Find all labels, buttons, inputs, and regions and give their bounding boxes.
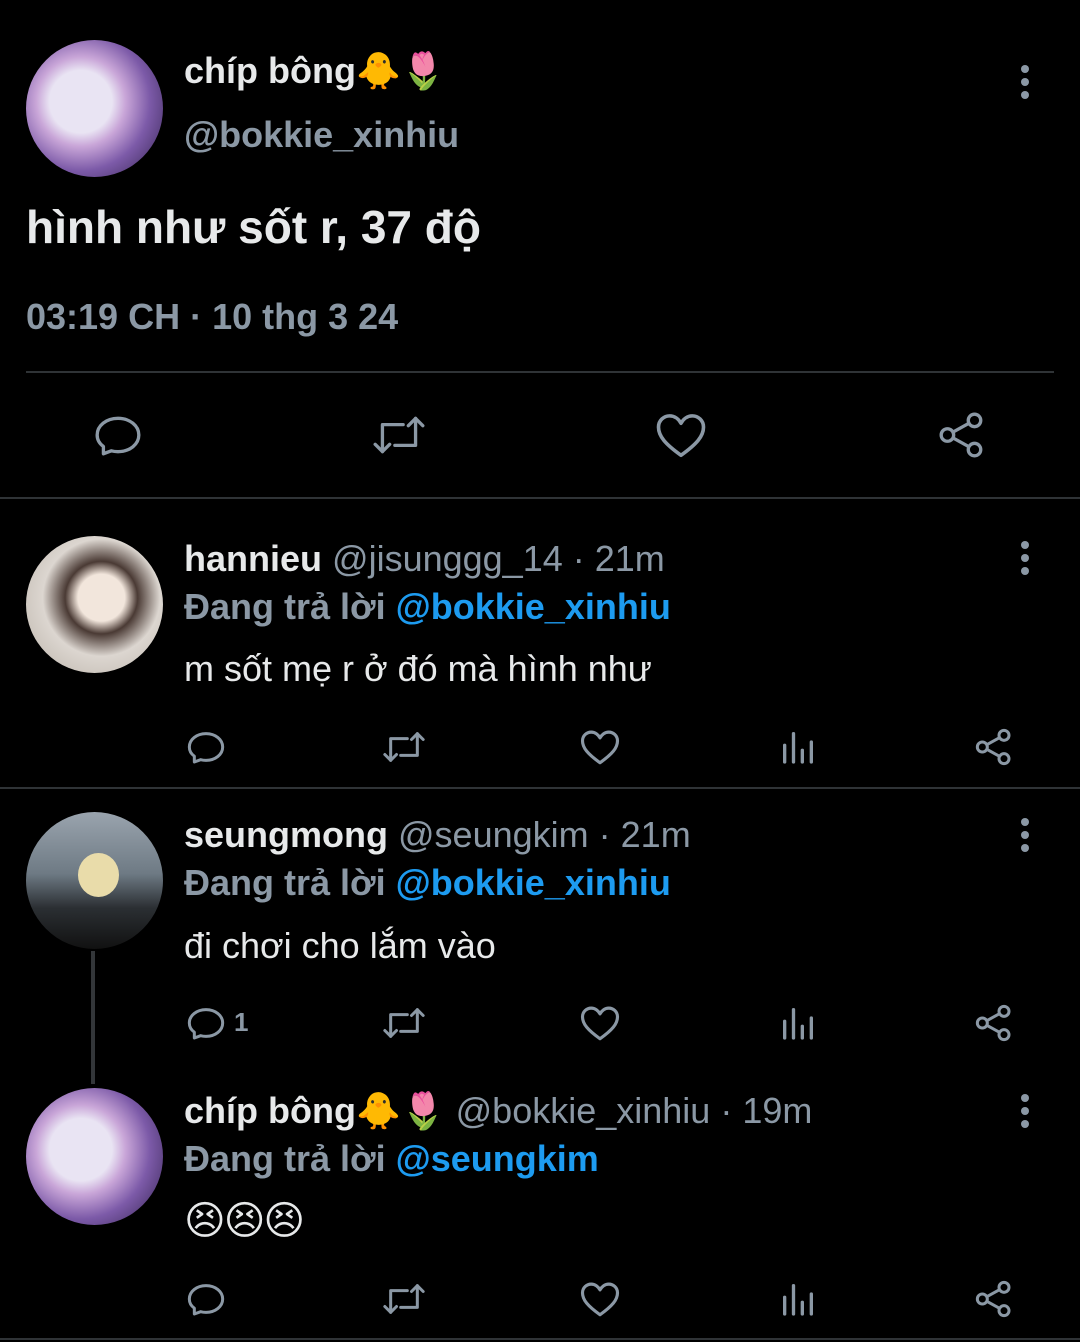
more-icon[interactable] bbox=[1009, 818, 1039, 858]
avatar[interactable] bbox=[26, 812, 163, 949]
tweet-text: hình như sốt r, 37 độ bbox=[26, 201, 481, 253]
divider bbox=[0, 1338, 1080, 1340]
heart-icon[interactable] bbox=[579, 726, 621, 768]
reply-text: đi chơi cho lắm vào bbox=[184, 925, 496, 966]
reply-icon[interactable] bbox=[186, 727, 226, 767]
share-icon[interactable] bbox=[974, 727, 1014, 767]
replying-to-link[interactable]: @bokkie_xinhiu bbox=[396, 862, 671, 903]
retweet-icon[interactable] bbox=[380, 1003, 428, 1043]
reply-icon[interactable] bbox=[186, 1003, 226, 1043]
views-icon[interactable] bbox=[778, 1279, 818, 1319]
views-icon[interactable] bbox=[778, 727, 818, 767]
reply-time[interactable]: · 21m bbox=[573, 538, 665, 579]
author-handle[interactable]: @seungkim bbox=[398, 814, 589, 855]
replying-label: Đang trả lời bbox=[184, 862, 386, 903]
author-name[interactable]: seungmong bbox=[184, 814, 388, 855]
author-handle[interactable]: @jisunggg_14 bbox=[332, 538, 563, 579]
divider bbox=[0, 787, 1080, 789]
replying-to-link[interactable]: @seungkim bbox=[396, 1138, 599, 1179]
share-icon[interactable] bbox=[974, 1279, 1014, 1319]
avatar[interactable] bbox=[26, 536, 163, 673]
reply-header: seungmong @seungkim · 21m bbox=[184, 814, 691, 856]
heart-icon[interactable] bbox=[579, 1002, 621, 1044]
heart-icon[interactable] bbox=[579, 1278, 621, 1320]
more-icon[interactable] bbox=[1009, 65, 1039, 105]
more-icon[interactable] bbox=[1009, 1094, 1039, 1134]
divider bbox=[26, 371, 1054, 373]
divider bbox=[0, 497, 1080, 499]
replying-label: Đang trả lời bbox=[184, 586, 386, 627]
retweet-icon[interactable] bbox=[380, 1279, 428, 1319]
share-icon[interactable] bbox=[937, 410, 987, 460]
replying-to-link[interactable]: @bokkie_xinhiu bbox=[396, 586, 671, 627]
more-icon[interactable] bbox=[1009, 541, 1039, 581]
reply-header: chíp bông🐥🌷 @bokkie_xinhiu · 19m bbox=[184, 1090, 812, 1132]
avatar[interactable] bbox=[26, 40, 163, 177]
reply-icon[interactable] bbox=[93, 410, 143, 460]
share-icon[interactable] bbox=[974, 1003, 1014, 1043]
heart-icon[interactable] bbox=[654, 408, 708, 462]
author-name[interactable]: chíp bông🐥🌷 bbox=[184, 1090, 446, 1131]
reply-header: hannieu @jisunggg_14 · 21m bbox=[184, 538, 665, 580]
reply-text: m sốt mẹ r ở đó mà hình như bbox=[184, 648, 652, 689]
retweet-icon[interactable] bbox=[370, 410, 428, 460]
author-name[interactable]: hannieu bbox=[184, 538, 322, 579]
author-name[interactable]: chíp bông🐥🌷 bbox=[184, 50, 446, 92]
replying-label: Đang trả lời bbox=[184, 1138, 386, 1179]
replying-to-line: Đang trả lời @seungkim bbox=[184, 1138, 599, 1180]
tweet-timestamp[interactable]: 03:19 CH · 10 thg 3 24 bbox=[26, 296, 398, 338]
reply-time[interactable]: · 21m bbox=[599, 814, 691, 855]
thread-line bbox=[91, 951, 95, 1084]
replying-to-line: Đang trả lời @bokkie_xinhiu bbox=[184, 586, 671, 628]
author-handle[interactable]: @bokkie_xinhiu bbox=[184, 114, 459, 156]
reply-time[interactable]: · 19m bbox=[720, 1090, 812, 1131]
author-handle[interactable]: @bokkie_xinhiu bbox=[456, 1090, 711, 1131]
replying-to-line: Đang trả lời @bokkie_xinhiu bbox=[184, 862, 671, 904]
reply-count: 1 bbox=[234, 1007, 249, 1037]
reply-text: 😣😣😣 bbox=[184, 1199, 305, 1243]
views-icon[interactable] bbox=[778, 1003, 818, 1043]
reply-icon[interactable] bbox=[186, 1279, 226, 1319]
retweet-icon[interactable] bbox=[380, 727, 428, 767]
avatar[interactable] bbox=[26, 1088, 163, 1225]
